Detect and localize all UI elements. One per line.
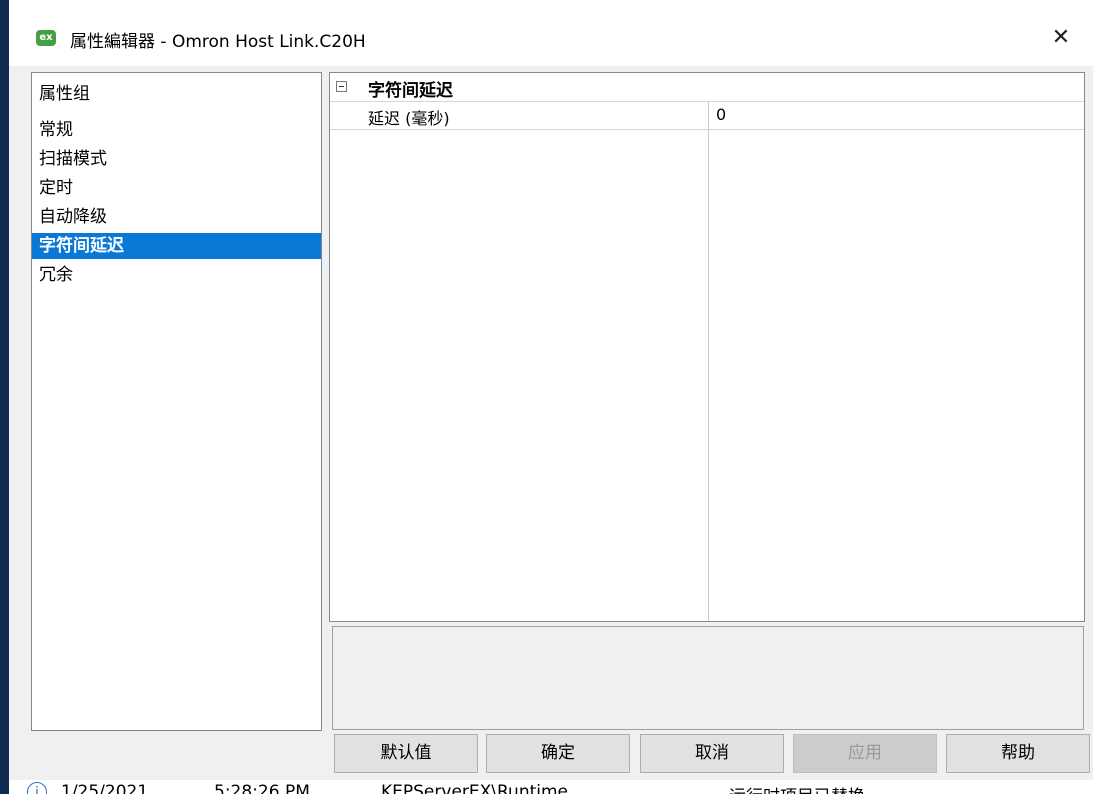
background <box>0 0 1093 8</box>
property-name: 延迟 (毫秒) <box>368 109 450 128</box>
cancel-button[interactable]: 取消 <box>640 734 784 773</box>
status-source: KEPServerEX\Runtime <box>381 782 569 794</box>
help-button[interactable]: 帮助 <box>946 734 1090 773</box>
status-message: 运行时项目已替换。 <box>729 782 882 794</box>
category-row[interactable]: 字符间延迟 <box>330 73 1084 102</box>
title-bar[interactable]: ex 属性編辑器 - Omron Host Link.C20H ✕ <box>9 8 1093 66</box>
group-item-auto-demotion[interactable]: 自动降级 <box>39 204 107 230</box>
group-item-inter-char-delay[interactable]: 字符间延迟 <box>32 233 321 259</box>
status-time: 5:28:26 PM <box>214 782 310 794</box>
column-divider[interactable] <box>708 102 709 621</box>
group-list-header: 属性组 <box>39 84 90 104</box>
group-item-general[interactable]: 常规 <box>39 117 73 143</box>
property-row[interactable]: 延迟 (毫秒) 0 <box>330 102 1084 130</box>
property-editor-dialog: ex 属性編辑器 - Omron Host Link.C20H ✕ 属性组 常规… <box>9 8 1093 794</box>
window-title: 属性編辑器 - Omron Host Link.C20H <box>70 32 366 52</box>
ok-button[interactable]: 确定 <box>486 734 630 773</box>
property-group-list[interactable]: 属性组 常规 扫描模式 定时 自动降级 字符间延迟 冗余 <box>31 72 322 731</box>
property-grid: 字符间延迟 延迟 (毫秒) 0 <box>329 72 1085 622</box>
property-value-field[interactable]: 0 <box>716 105 726 124</box>
description-panel <box>332 626 1084 730</box>
app-logo-icon: ex <box>36 30 56 46</box>
category-label: 字符间延迟 <box>368 81 453 101</box>
group-item-redundancy[interactable]: 冗余 <box>39 262 73 288</box>
close-button[interactable]: ✕ <box>1041 20 1081 56</box>
status-date: 1/25/2021 <box>61 782 149 794</box>
group-item-scan-mode[interactable]: 扫描模式 <box>39 146 107 172</box>
defaults-button[interactable]: 默认值 <box>334 734 478 773</box>
collapse-icon[interactable] <box>336 81 347 92</box>
desktop-edge <box>0 0 9 794</box>
status-bar: i 1/25/2021 5:28:26 PM KEPServerEX\Runti… <box>9 780 1093 794</box>
group-item-timing[interactable]: 定时 <box>39 175 73 201</box>
apply-button: 应用 <box>793 734 937 773</box>
info-icon: i <box>27 782 47 794</box>
